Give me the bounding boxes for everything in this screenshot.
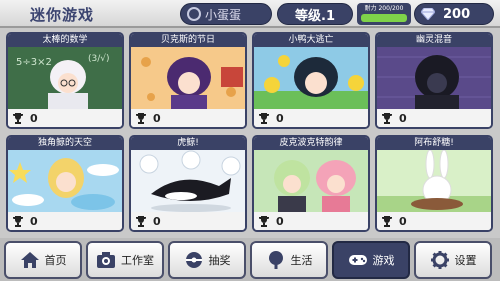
nav-home[interactable]: 首页 (4, 241, 82, 279)
game-title: 太棒的数学 (8, 34, 122, 47)
game-score: 0 (276, 214, 284, 228)
trophy-icon (13, 216, 23, 227)
top-bar: 迷你游戏 小蛋蛋 等级.1 耐力 200/200 200 (0, 0, 500, 28)
game-card[interactable]: 幽灵混音 0 (375, 32, 493, 129)
game-title: 幽灵混音 (377, 34, 491, 47)
game-thumbnail (377, 150, 491, 212)
game-score: 0 (30, 214, 38, 228)
profile-icon (187, 7, 201, 21)
game-score: 0 (399, 214, 407, 228)
game-card[interactable]: 太棒的数学 5÷3×2 (3/√) 0 (6, 32, 124, 129)
game-card[interactable]: 小鸭大逃亡 0 (252, 32, 370, 129)
trophy-icon (382, 216, 392, 227)
stamina-label: 耐力 200/200 (364, 5, 404, 12)
game-card[interactable]: 阿布舒糖! 0 (375, 135, 493, 232)
nav-life[interactable]: 生活 (250, 241, 328, 279)
game-card[interactable]: 独角鲸的天空 0 (6, 135, 124, 232)
svg-text:5÷3×2: 5÷3×2 (16, 57, 52, 68)
game-title: 小鸭大逃亡 (254, 34, 368, 47)
nav-games[interactable]: 游戏 (332, 241, 410, 279)
game-thumbnail (131, 47, 245, 109)
camera-icon (97, 252, 115, 268)
page-title: 迷你游戏 (30, 6, 95, 24)
game-title: 独角鲸的天空 (8, 137, 122, 150)
game-thumbnail (254, 47, 368, 109)
game-thumbnail (131, 150, 245, 212)
gamepad-icon (348, 255, 367, 265)
game-score: 0 (30, 111, 38, 125)
game-title: 阿布舒糖! (377, 137, 491, 150)
game-score: 0 (153, 214, 161, 228)
diamond-icon (421, 8, 435, 20)
gem-counter[interactable]: 200 (414, 3, 494, 25)
nav-gacha[interactable]: 抽奖 (168, 241, 246, 279)
nav-label: 生活 (290, 254, 313, 267)
game-thumbnail (377, 47, 491, 109)
tree-icon (268, 251, 283, 269)
trophy-icon (13, 113, 23, 124)
home-icon (20, 252, 39, 268)
game-title: 皮克波克特韵律 (254, 137, 368, 150)
game-card[interactable]: 皮克波克特韵律 0 (252, 135, 370, 232)
player-name: 小蛋蛋 (205, 7, 242, 22)
game-title: 虎鲸! (131, 137, 245, 150)
level-pill: 等级.1 (277, 3, 353, 25)
minigame-grid: 太棒的数学 5÷3×2 (3/√) 0 贝克斯的节日 0 小鸭大逃亡 0 幽灵混… (6, 32, 494, 236)
game-thumbnail: 5÷3×2 (3/√) (8, 47, 122, 109)
game-score: 0 (399, 111, 407, 125)
trophy-icon (136, 113, 146, 124)
gear-icon (430, 251, 449, 269)
stamina-meter: 耐力 200/200 (357, 3, 411, 25)
game-title: 贝克斯的节日 (131, 34, 245, 47)
game-card[interactable]: 贝克斯的节日 0 (129, 32, 247, 129)
game-thumbnail (254, 150, 368, 212)
nav-settings[interactable]: 设置 (414, 241, 492, 279)
player-name-pill[interactable]: 小蛋蛋 (180, 3, 272, 25)
bottom-nav: 首页 工作室 抽奖 生活 游戏 设置 (0, 238, 500, 281)
trophy-icon (382, 113, 392, 124)
trophy-icon (259, 113, 269, 124)
trophy-icon (259, 216, 269, 227)
nav-label: 设置 (454, 254, 477, 267)
nav-label: 首页 (44, 254, 67, 267)
trophy-icon (136, 216, 146, 227)
capsule-icon (185, 252, 202, 268)
game-score: 0 (276, 111, 284, 125)
nav-label: 抽奖 (208, 254, 231, 267)
gem-count: 200 (443, 6, 471, 22)
nav-label: 工作室 (121, 254, 154, 267)
svg-text:(3/√): (3/√) (88, 53, 110, 64)
nav-label: 游戏 (372, 254, 395, 267)
game-score: 0 (153, 111, 161, 125)
game-card[interactable]: 虎鲸! 0 (129, 135, 247, 232)
game-thumbnail (8, 150, 122, 212)
nav-studio[interactable]: 工作室 (86, 241, 164, 279)
stamina-fill (361, 14, 407, 22)
